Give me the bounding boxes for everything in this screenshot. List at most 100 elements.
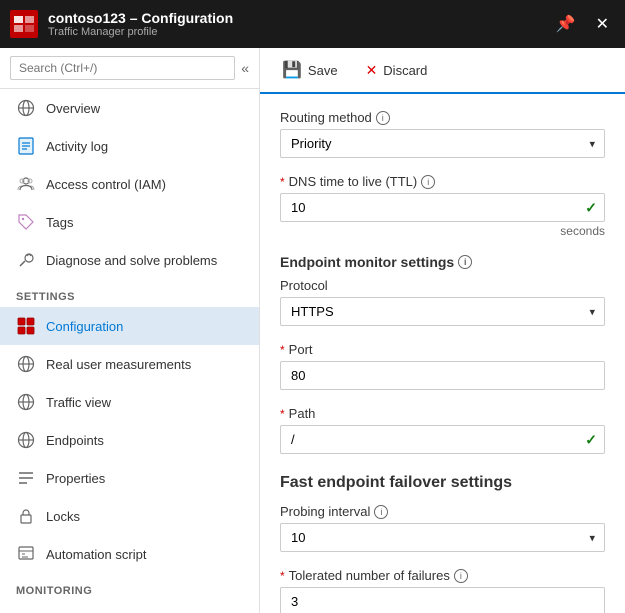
automation-icon xyxy=(16,544,36,564)
port-required: * xyxy=(280,343,285,357)
probing-interval-group: Probing interval i 10 30 ▾ xyxy=(280,504,605,552)
port-label: * Port xyxy=(280,342,605,357)
content-panel: 💾 Save ✕ Discard Routing method i Priori… xyxy=(260,48,625,613)
nav-item-tags[interactable]: Tags xyxy=(0,203,259,241)
sidebar: « Overview Activity xyxy=(0,48,260,613)
protocol-select[interactable]: HTTP HTTPS TCP xyxy=(280,297,605,326)
save-label: Save xyxy=(308,63,338,78)
probing-interval-select-wrapper: 10 30 ▾ xyxy=(280,523,605,552)
app-title: contoso123 – Configuration xyxy=(48,10,550,27)
port-group: * Port xyxy=(280,342,605,390)
tolerated-failures-label: * Tolerated number of failures i xyxy=(280,568,605,583)
protocol-group: Protocol HTTP HTTPS TCP ▾ xyxy=(280,278,605,326)
nav-item-traffic-view[interactable]: Traffic view xyxy=(0,383,259,421)
tolerated-failures-input[interactable] xyxy=(280,587,605,613)
app-logo xyxy=(10,10,38,38)
traffic-view-icon xyxy=(16,392,36,412)
search-bar: « xyxy=(0,48,259,89)
path-group: * Path ✓ xyxy=(280,406,605,454)
nav-label-real-user: Real user measurements xyxy=(46,357,191,372)
nav-label-automation: Automation script xyxy=(46,547,146,562)
nav-label-diagnose: Diagnose and solve problems xyxy=(46,253,217,268)
fast-endpoint-section: Fast endpoint failover settings Probing … xyxy=(280,474,605,613)
nav-label-traffic-view: Traffic view xyxy=(46,395,111,410)
nav-item-properties[interactable]: Properties xyxy=(0,459,259,497)
save-icon: 💾 xyxy=(282,60,302,80)
properties-icon xyxy=(16,468,36,488)
activity-log-icon xyxy=(16,136,36,156)
discard-label: Discard xyxy=(383,63,427,78)
overview-icon xyxy=(16,98,36,118)
fast-endpoint-title: Fast endpoint failover settings xyxy=(280,474,605,492)
tolerated-failures-info-icon[interactable]: i xyxy=(454,569,468,583)
tolerated-failures-required: * xyxy=(280,569,285,583)
title-bar: contoso123 – Configuration Traffic Manag… xyxy=(0,0,625,48)
nav-label-activity-log: Activity log xyxy=(46,139,108,154)
probing-interval-label: Probing interval i xyxy=(280,504,605,519)
port-input[interactable] xyxy=(280,361,605,390)
dns-ttl-group: * DNS time to live (TTL) i ✓ seconds xyxy=(280,174,605,238)
nav-item-endpoints[interactable]: Endpoints xyxy=(0,421,259,459)
tolerated-failures-group: * Tolerated number of failures i xyxy=(280,568,605,613)
dns-ttl-input[interactable] xyxy=(280,193,605,222)
nav-label-configuration: Configuration xyxy=(46,319,123,334)
probing-interval-select[interactable]: 10 30 xyxy=(280,523,605,552)
routing-method-label: Routing method i xyxy=(280,110,605,125)
dns-ttl-check-icon: ✓ xyxy=(585,199,597,216)
protocol-select-wrapper: HTTP HTTPS TCP ▾ xyxy=(280,297,605,326)
tags-icon xyxy=(16,212,36,232)
nav-item-configuration[interactable]: Configuration xyxy=(0,307,259,345)
close-button[interactable]: ✕ xyxy=(590,12,615,36)
nav-item-automation[interactable]: Automation script xyxy=(0,535,259,573)
discard-button[interactable]: ✕ Discard xyxy=(360,58,434,83)
endpoints-icon xyxy=(16,430,36,450)
discard-icon: ✕ xyxy=(366,62,378,79)
nav-label-locks: Locks xyxy=(46,509,80,524)
nav-item-diagnose[interactable]: Diagnose and solve problems xyxy=(0,241,259,279)
access-control-icon xyxy=(16,174,36,194)
nav-item-access-control[interactable]: Access control (IAM) xyxy=(0,165,259,203)
routing-method-select-wrapper: Priority Weighted Performance Geographic… xyxy=(280,129,605,158)
endpoint-monitor-label: Endpoint monitor settings i xyxy=(280,254,605,270)
monitoring-section-label: MONITORING xyxy=(0,573,259,601)
diagnose-icon xyxy=(16,250,36,270)
pin-button[interactable]: 📌 xyxy=(550,12,582,36)
dns-ttl-info-icon[interactable]: i xyxy=(421,175,435,189)
search-input[interactable] xyxy=(10,56,235,80)
endpoint-monitor-section: Endpoint monitor settings i Protocol HTT… xyxy=(280,254,605,454)
configuration-icon xyxy=(16,316,36,336)
nav-item-locks[interactable]: Locks xyxy=(0,497,259,535)
nav-item-overview[interactable]: Overview xyxy=(0,89,259,127)
protocol-label: Protocol xyxy=(280,278,605,293)
form-area: Routing method i Priority Weighted Perfo… xyxy=(260,94,625,613)
routing-method-info-icon[interactable]: i xyxy=(376,111,390,125)
dns-ttl-hint: seconds xyxy=(280,224,605,238)
nav-label-tags: Tags xyxy=(46,215,73,230)
path-label: * Path xyxy=(280,406,605,421)
title-bar-actions: 📌 ✕ xyxy=(550,12,615,36)
title-bar-text: contoso123 – Configuration Traffic Manag… xyxy=(48,10,550,39)
save-button[interactable]: 💾 Save xyxy=(276,56,344,84)
dns-ttl-input-wrapper: ✓ xyxy=(280,193,605,222)
path-check-icon: ✓ xyxy=(585,431,597,448)
nav-label-endpoints: Endpoints xyxy=(46,433,104,448)
probing-interval-info-icon[interactable]: i xyxy=(374,505,388,519)
nav-label-overview: Overview xyxy=(46,101,100,116)
routing-method-select[interactable]: Priority Weighted Performance Geographic… xyxy=(280,129,605,158)
toolbar: 💾 Save ✕ Discard xyxy=(260,48,625,94)
path-required: * xyxy=(280,407,285,421)
dns-ttl-label: * DNS time to live (TTL) i xyxy=(280,174,605,189)
endpoint-monitor-info-icon[interactable]: i xyxy=(458,255,472,269)
routing-method-group: Routing method i Priority Weighted Perfo… xyxy=(280,110,605,158)
nav-item-activity-log[interactable]: Activity log xyxy=(0,127,259,165)
nav-label-properties: Properties xyxy=(46,471,105,486)
path-input-wrapper: ✓ xyxy=(280,425,605,454)
nav-item-real-user[interactable]: Real user measurements xyxy=(0,345,259,383)
main-layout: « Overview Activity xyxy=(0,48,625,613)
app-subtitle: Traffic Manager profile xyxy=(48,26,550,38)
collapse-sidebar-button[interactable]: « xyxy=(241,60,249,76)
path-input[interactable] xyxy=(280,425,605,454)
real-user-icon xyxy=(16,354,36,374)
locks-icon xyxy=(16,506,36,526)
nav-label-access-control: Access control (IAM) xyxy=(46,177,166,192)
